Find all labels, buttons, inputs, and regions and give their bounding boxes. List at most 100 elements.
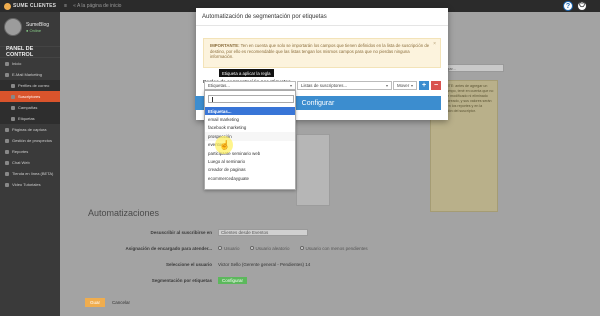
list-select[interactable]: Listas de suscriptores... ▾ — [297, 81, 392, 90]
logo-icon — [4, 2, 11, 10]
chevron-down-icon: ▾ — [385, 83, 388, 88]
sidebar-item-suscriptores[interactable]: Suscriptores — [0, 91, 60, 102]
home-icon — [5, 61, 9, 66]
tag-select[interactable]: Etiquetas... ▾ — [204, 81, 296, 90]
power-icon[interactable]: ⏻ — [577, 1, 587, 11]
action-select[interactable]: Mover ▾ — [393, 81, 417, 90]
sidebar-item-etiquetas[interactable]: Etiquetas — [0, 113, 60, 124]
panel-title: PANEL DE CONTROL — [0, 46, 60, 58]
remove-rule-button[interactable]: − — [431, 81, 441, 90]
text-cursor — [212, 97, 213, 102]
assign-label: Asignación de encargado para atender... — [125, 245, 212, 251]
sidebar-item-email-marketing[interactable]: E-Mail Marketing — [0, 69, 60, 80]
radio-circle — [249, 246, 254, 250]
configure-tags-button[interactable]: Configurar — [218, 276, 248, 284]
sidebar-item-paginas[interactable]: Páginas de captura — [0, 124, 60, 135]
sidebar-item-label: E-Mail Marketing — [12, 72, 43, 77]
sidebar-item-label: Suscriptores — [18, 94, 41, 99]
subscribe-select[interactable]: Clientes desde Eventos — [218, 228, 308, 236]
chevron-right-icon — [11, 105, 15, 110]
sidebar: SumeBlog ● Online PANEL DE CONTROL Inici… — [0, 12, 60, 316]
chevron-right-icon — [11, 83, 15, 88]
cancel-link[interactable]: Cancelar — [112, 298, 130, 307]
sidebar-item-label: Etiquetas — [18, 116, 35, 121]
assign-row: Asignación de encargado para atender... … — [90, 243, 470, 253]
cart-icon — [5, 171, 9, 176]
action-select-value: Mover — [397, 83, 410, 88]
chevron-down-icon: ▾ — [410, 83, 413, 88]
dropdown-option[interactable]: Etiquetas... — [205, 107, 295, 116]
menu-toggle-icon[interactable]: ≡ — [64, 3, 67, 9]
home-link[interactable]: « A la página de inicio — [73, 3, 121, 9]
brand-name: SUME CLIENTES — [13, 3, 57, 9]
warning-text: Ten en cuenta que solo se importarán los… — [210, 43, 430, 60]
rule-tooltip: Etiqueta a aplicar la regla — [219, 69, 274, 77]
save-button[interactable]: Guar — [85, 298, 105, 307]
dropdown-option[interactable]: ecommercedayguate — [205, 174, 295, 182]
page-icon — [5, 127, 9, 132]
sidebar-item-label: Reportes — [12, 149, 29, 154]
sidebar-item-label: Chat Web — [12, 160, 30, 165]
mouse-pointer-icon: ☝ — [219, 140, 231, 150]
chevron-right-icon — [11, 116, 15, 121]
envelope-icon — [5, 72, 9, 77]
video-icon — [5, 182, 9, 187]
subscribe-value: Clientes desde Eventos — [221, 229, 269, 235]
warning-strong: IMPORTANTE: — [210, 43, 240, 48]
tags-row: Segmentación por etiquetas Configurar — [90, 275, 470, 285]
add-field-input[interactable]: gar... — [444, 64, 504, 72]
users-icon — [5, 138, 9, 143]
radio-usuario[interactable]: Usuario — [218, 246, 240, 251]
radio-label: Usuario — [224, 245, 240, 251]
subscribe-row: Desuscribir al suscribirse en Clientes d… — [90, 227, 470, 237]
sidebar-item-tutoriales[interactable]: Video Tutoriales — [0, 179, 60, 190]
sidebar-item-label: Tienda en línea (BETA) — [12, 171, 54, 176]
sidebar-item-campanas[interactable]: Campañas — [0, 102, 60, 113]
sidebar-item-reportes[interactable]: Reportes — [0, 146, 60, 157]
import-warning: IMPORTANTE: Ten en cuenta que solo se im… — [203, 38, 441, 68]
subscribe-label: Desuscribir al suscribirse en — [150, 229, 212, 235]
automations-title: Automatizaciones — [88, 208, 160, 218]
user-select[interactable]: Victor Sello (Gerente general - Pendient… — [218, 262, 310, 267]
avatar — [4, 18, 22, 36]
user-select-label: Seleccione el usuario — [165, 261, 212, 267]
radio-aleatorio[interactable]: Usuario aleatorio — [249, 245, 290, 251]
sidebar-item-label: Campañas — [18, 105, 38, 110]
sidebar-item-perfiles[interactable]: Perfiles de correo — [0, 80, 60, 91]
help-icon[interactable]: ? — [563, 1, 573, 11]
radio-label: Usuario aleatorio — [255, 245, 290, 251]
dropdown-option[interactable]: creador de paginas — [205, 166, 295, 174]
sidebar-item-chat[interactable]: Chat Web — [0, 157, 60, 168]
chart-icon — [5, 149, 9, 154]
dropdown-option[interactable]: Luego al seminario — [205, 157, 295, 165]
add-rule-button[interactable]: + — [419, 81, 429, 90]
tag-select-value: Etiquetas... — [208, 83, 230, 88]
sidebar-item-tienda[interactable]: Tienda en línea (BETA) — [0, 168, 60, 179]
field-table-column — [296, 134, 330, 206]
user-name: SumeBlog — [26, 21, 50, 28]
radio-label: Usuario con menos pendientes — [305, 245, 368, 251]
chat-icon — [5, 160, 9, 165]
dropdown-option[interactable]: email marketing — [205, 115, 295, 123]
list-select-value: Listas de suscriptores... — [301, 83, 348, 88]
tags-label: Segmentación por etiquetas — [151, 277, 212, 283]
user-status: ● Online — [26, 27, 42, 33]
modal-title: Automatización de segmentación por etiqu… — [196, 8, 448, 26]
radio-menos-pendientes[interactable]: Usuario con menos pendientes — [299, 245, 368, 251]
brand-logo[interactable]: SUME CLIENTES — [4, 2, 57, 10]
sidebar-item-inicio[interactable]: Inicio — [0, 58, 60, 69]
user-row: Seleccione el usuario Victor Sello (Gere… — [90, 259, 470, 269]
radio-circle — [299, 246, 304, 250]
dropdown-search-input[interactable] — [208, 95, 294, 103]
chevron-right-icon — [11, 94, 15, 99]
close-icon[interactable]: × — [433, 41, 436, 48]
sidebar-item-label: Perfiles de correo — [18, 83, 50, 88]
dropdown-option[interactable]: facebook marketing — [205, 124, 295, 132]
sidebar-item-label: Gestión de prospectos — [12, 138, 53, 143]
sidebar-item-label: Inicio — [12, 61, 22, 66]
sidebar-item-prospectos[interactable]: Gestión de prospectos — [0, 135, 60, 146]
sidebar-item-label: Páginas de captura — [12, 127, 47, 132]
sidebar-item-label: Video Tutoriales — [12, 182, 41, 187]
chevron-down-icon: ▾ — [289, 83, 292, 88]
user-panel: SumeBlog ● Online — [0, 12, 60, 42]
